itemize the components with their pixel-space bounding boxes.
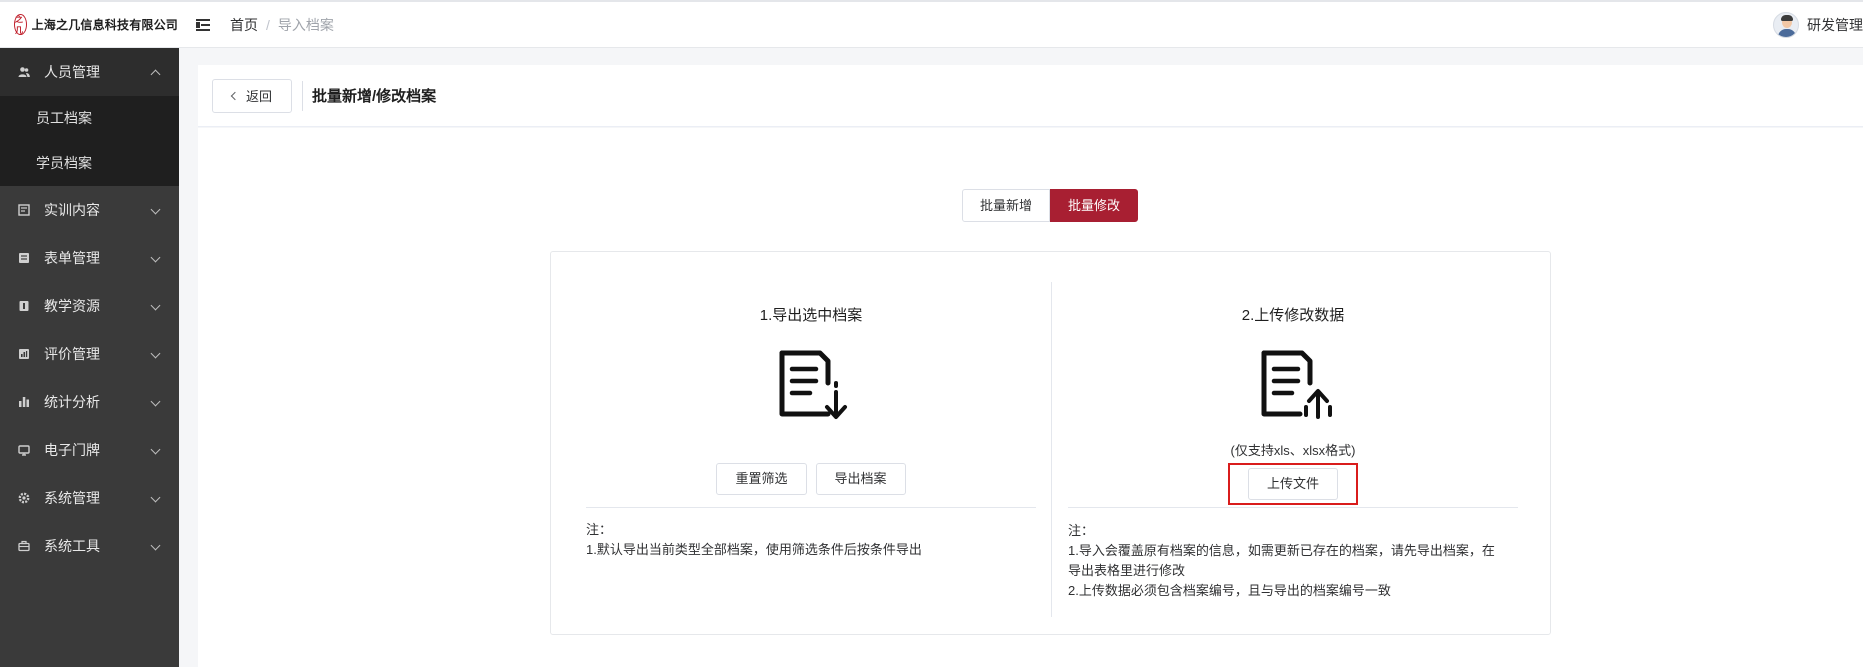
export-panel: 1.导出选中档案 重置筛选 导出档案 注： 1.默认导出当前类型全部档案，使用筛… (586, 252, 1036, 636)
upload-file-button[interactable]: 上传文件 (1247, 468, 1338, 500)
chevron-down-icon (150, 348, 161, 359)
breadcrumb-current: 导入档案 (277, 16, 334, 33)
sidebar-item-e-doorplate[interactable]: 电子门牌 (0, 426, 179, 474)
sidebar-item-employee-files[interactable]: 员工档案 (0, 96, 179, 141)
sidebar-item-label: 系统管理 (44, 490, 100, 506)
export-panel-title: 1.导出选中档案 (759, 307, 863, 324)
monitor-icon (18, 444, 30, 456)
chevron-down-icon (150, 492, 161, 503)
sidebar-item-teaching-resources[interactable]: 教学资源 (0, 282, 179, 330)
sidebar-item-label: 评价管理 (44, 346, 100, 362)
main-content: 批量新增 批量修改 1.导出选中档案 重置筛选 导出档案 注： 1.默认导出当前… (198, 128, 1863, 667)
note-line: 导出表格里进行修改 (1068, 563, 1186, 578)
document-download-icon (779, 350, 847, 419)
resource-icon (18, 300, 30, 312)
export-notes: 注： 1.默认导出当前类型全部档案，使用筛选条件后按条件导出 (586, 520, 1036, 560)
sidebar-item-label: 教学资源 (44, 298, 100, 314)
sidebar-item-label: 电子门牌 (44, 442, 100, 458)
avatar[interactable] (1773, 12, 1799, 38)
tab-batch-add[interactable]: 批量新增 (962, 189, 1051, 222)
breadcrumb-separator: / (266, 16, 270, 33)
upload-notes: 注： 1.导入会覆盖原有档案的信息，如需更新已存在的档案，请先导出档案，在 导出… (1068, 521, 1518, 601)
export-buttons: 重置筛选 导出档案 (586, 463, 1036, 495)
divider (1068, 507, 1518, 508)
users-icon (18, 66, 30, 78)
column-divider (1051, 282, 1052, 617)
sidebar-item-system-management[interactable]: 系统管理 (0, 474, 179, 522)
top-header: 之几 上海之几信息科技有限公司 首页 / 导入档案 研发管理 (0, 0, 1863, 48)
note-line: 1.导入会覆盖原有档案的信息，如需更新已存在的档案，请先导出档案，在 (1068, 543, 1495, 558)
page-header: 返回 批量新增/修改档案 (198, 65, 1863, 127)
back-button[interactable]: 返回 (212, 78, 292, 113)
page-title: 批量新增/修改档案 (312, 88, 437, 105)
chevron-down-icon (150, 396, 161, 407)
breadcrumb: 首页 / 导入档案 (230, 15, 334, 35)
breadcrumb-home[interactable]: 首页 (230, 15, 258, 35)
sidebar-item-personnel[interactable]: 人员管理 (0, 48, 179, 96)
import-card: 1.导出选中档案 重置筛选 导出档案 注： 1.默认导出当前类型全部档案，使用筛… (550, 251, 1551, 635)
supported-formats: (仅支持xls、xlsx格式) (1230, 443, 1356, 458)
reset-filter-button[interactable]: 重置筛选 (716, 463, 807, 495)
chevron-down-icon (150, 204, 161, 215)
content-icon (18, 204, 30, 216)
sidebar-item-form-management[interactable]: 表单管理 (0, 234, 179, 282)
menu-toggle-icon[interactable] (196, 17, 214, 33)
user-name[interactable]: 研发管理 (1807, 15, 1863, 35)
back-button-label: 返回 (245, 89, 272, 104)
submenu-personnel: 员工档案 学员档案 (0, 96, 179, 186)
sidebar-item-label: 实训内容 (44, 202, 100, 218)
chevron-down-icon (150, 252, 161, 263)
tab-batch-modify[interactable]: 批量修改 (1050, 189, 1139, 222)
user-menu[interactable]: 研发管理 (1773, 12, 1863, 38)
chevron-down-icon (150, 444, 161, 455)
company-name: 上海之几信息科技有限公司 (31, 18, 178, 32)
sidebar: 人员管理 员工档案 学员档案 实训内容 表单管理 教学资源 评价管理 统计分析 … (0, 48, 179, 667)
sidebar-item-label: 系统工具 (44, 538, 100, 554)
chevron-left-icon (230, 91, 240, 100)
note-heading: 注： (1068, 523, 1095, 538)
divider (586, 507, 1036, 508)
sidebar-item-statistics[interactable]: 统计分析 (0, 378, 179, 426)
form-icon (18, 252, 30, 264)
logo-mark: 之几 (14, 14, 27, 35)
upload-panel-title: 2.上传修改数据 (1241, 307, 1345, 324)
evaluation-icon (18, 348, 30, 360)
sidebar-item-training-content[interactable]: 实训内容 (0, 186, 179, 234)
sidebar-item-label: 统计分析 (44, 394, 100, 410)
document-upload-icon (1261, 350, 1332, 419)
gear-icon (18, 492, 30, 504)
toolbox-icon (18, 540, 30, 552)
sidebar-item-evaluation[interactable]: 评价管理 (0, 330, 179, 378)
chevron-down-icon (150, 300, 161, 311)
chart-icon (18, 396, 30, 408)
chevron-up-icon (150, 69, 161, 80)
note-line: 2.上传数据必须包含档案编号，且与导出的档案编号一致 (1068, 583, 1391, 598)
logo[interactable]: 之几 上海之几信息科技有限公司 (0, 14, 178, 35)
mode-switch: 批量新增 批量修改 (962, 189, 1139, 222)
sidebar-item-student-files[interactable]: 学员档案 (0, 141, 179, 186)
sidebar-item-label: 人员管理 (44, 64, 100, 80)
chevron-down-icon (150, 540, 161, 551)
note-heading: 注： (586, 522, 613, 537)
upload-panel: 2.上传修改数据 (仅支持xls、xlsx格式) 上传文件 注： 1.导入会覆盖… (1068, 252, 1518, 636)
upload-highlight: 上传文件 (1228, 463, 1358, 505)
export-files-button[interactable]: 导出档案 (815, 463, 906, 495)
note-line: 1.默认导出当前类型全部档案，使用筛选条件后按条件导出 (586, 542, 922, 557)
sidebar-item-system-tools[interactable]: 系统工具 (0, 522, 179, 570)
header-divider (302, 80, 303, 111)
sidebar-item-label: 表单管理 (44, 250, 100, 266)
